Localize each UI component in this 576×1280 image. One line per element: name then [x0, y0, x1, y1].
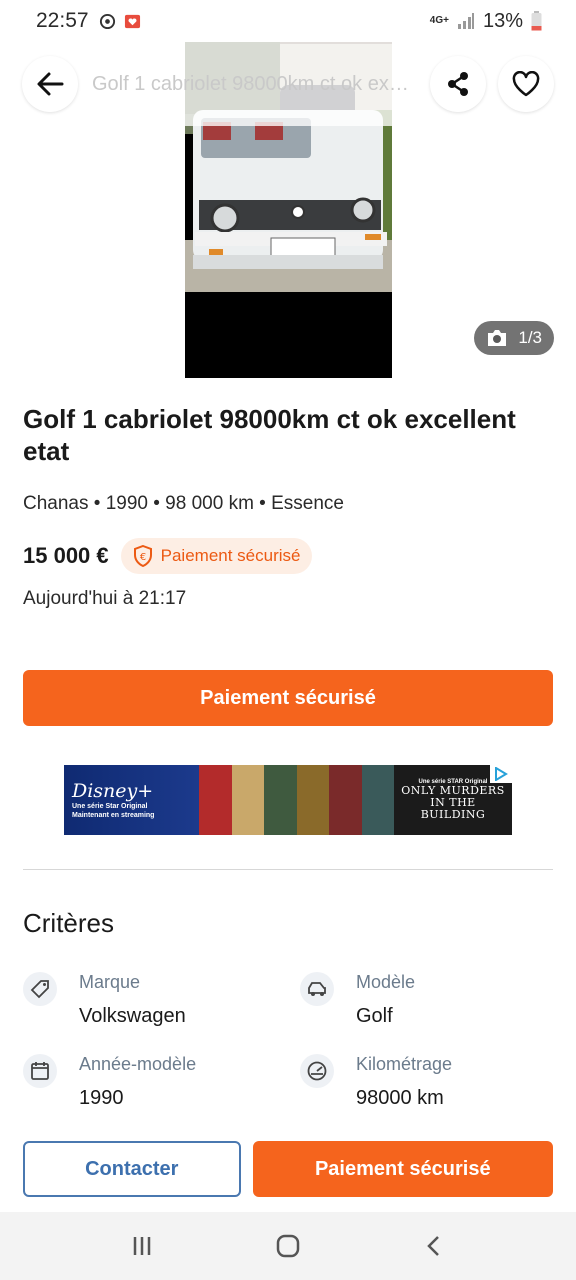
- home-icon[interactable]: [275, 1233, 301, 1259]
- shield-euro-icon: €: [133, 545, 152, 567]
- criteria-value-brand: Volkswagen: [79, 1005, 186, 1027]
- car-icon: [300, 972, 334, 1006]
- network-type: 4G+: [429, 15, 449, 26]
- criteria-label-mileage: Kilométrage: [356, 1054, 453, 1074]
- section-divider: [23, 869, 553, 870]
- criteria-item-year: Année-modèle 1990: [23, 1054, 196, 1110]
- secure-payment-badge: € Paiement sécurisé: [120, 538, 313, 574]
- contact-button[interactable]: Contacter: [23, 1141, 241, 1197]
- listing-price: 15 000 €: [23, 543, 109, 568]
- back-nav-icon[interactable]: [422, 1234, 446, 1258]
- criteria-label-year: Année-modèle: [79, 1054, 197, 1074]
- share-icon: [448, 72, 468, 96]
- ad-show-title-2: IN THE BUILDING: [420, 796, 486, 821]
- ad-choices-button[interactable]: [490, 765, 512, 783]
- heart-icon: [512, 71, 540, 97]
- listing-subtitle: Chanas • 1990 • 98 000 km • Essence: [23, 493, 344, 514]
- listing-info: Golf 1 cabriolet 98000km ct ok excellent…: [23, 403, 553, 610]
- ad-brand: Disney+: [72, 780, 154, 802]
- listing-date: Aujourd'hui à 21:17: [23, 588, 187, 609]
- criteria-item-brand: Marque Volkswagen: [23, 972, 186, 1028]
- criteria-title: Critères: [23, 908, 115, 938]
- favorite-button[interactable]: [498, 56, 554, 112]
- system-nav-bar: [0, 1212, 576, 1280]
- status-bar: 22:57 4G+ 13%: [0, 0, 576, 42]
- criteria-value-year: 1990: [79, 1087, 124, 1109]
- camera-icon: [488, 330, 507, 346]
- criteria-value-mileage: 98000 km: [356, 1087, 444, 1109]
- photo-counter[interactable]: 1/3: [474, 321, 554, 355]
- tag-icon: [23, 972, 57, 1006]
- share-button[interactable]: [430, 56, 486, 112]
- secure-payment-button[interactable]: Paiement sécurisé: [23, 670, 553, 726]
- ad-banner[interactable]: Disney+ Une série Star Original Maintena…: [64, 765, 512, 835]
- bottom-secure-payment-button[interactable]: Paiement sécurisé: [252, 1141, 553, 1197]
- recent-apps-icon[interactable]: [130, 1234, 154, 1258]
- battery-icon: [531, 11, 542, 31]
- criteria-item-mileage: Kilométrage 98000 km: [300, 1054, 452, 1110]
- ad-brand-block: Disney+ Une série Star Original Maintena…: [64, 765, 199, 835]
- back-button[interactable]: [22, 56, 78, 112]
- battery-percent: 13%: [482, 9, 523, 32]
- criteria-value-model: Golf: [356, 1005, 393, 1027]
- photo-counter-label: 1/3: [518, 328, 542, 347]
- criteria-label-brand: Marque: [79, 972, 141, 992]
- arrow-left-icon: [37, 72, 64, 96]
- secure-badge-label: Paiement sécurisé: [160, 546, 301, 565]
- criteria-item-model: Modèle Golf: [300, 972, 415, 1028]
- criteria-label-model: Modèle: [356, 972, 416, 992]
- calendar-icon: [23, 1054, 57, 1088]
- notification-heart-icon: [124, 14, 140, 28]
- signal-icon: [457, 13, 474, 29]
- ad-cast-image: [199, 765, 394, 835]
- ad-tagline-2: Maintenant en streaming: [72, 812, 155, 819]
- ad-choices-icon: [495, 767, 508, 781]
- status-time: 22:57: [36, 9, 89, 32]
- app-bar-title: Golf 1 cabriolet 98000km ct ok excellent…: [92, 72, 416, 95]
- sync-icon: [99, 13, 115, 29]
- app-bar: Golf 1 cabriolet 98000km ct ok excellent…: [0, 42, 576, 126]
- bottom-action-bar: Contacter Paiement sécurisé: [0, 1126, 576, 1212]
- ad-tagline-1: Une série Star Original: [72, 803, 148, 810]
- listing-title: Golf 1 cabriolet 98000km ct ok excellent…: [23, 404, 516, 466]
- svg-text:€: €: [139, 552, 145, 563]
- speedometer-icon: [300, 1054, 334, 1088]
